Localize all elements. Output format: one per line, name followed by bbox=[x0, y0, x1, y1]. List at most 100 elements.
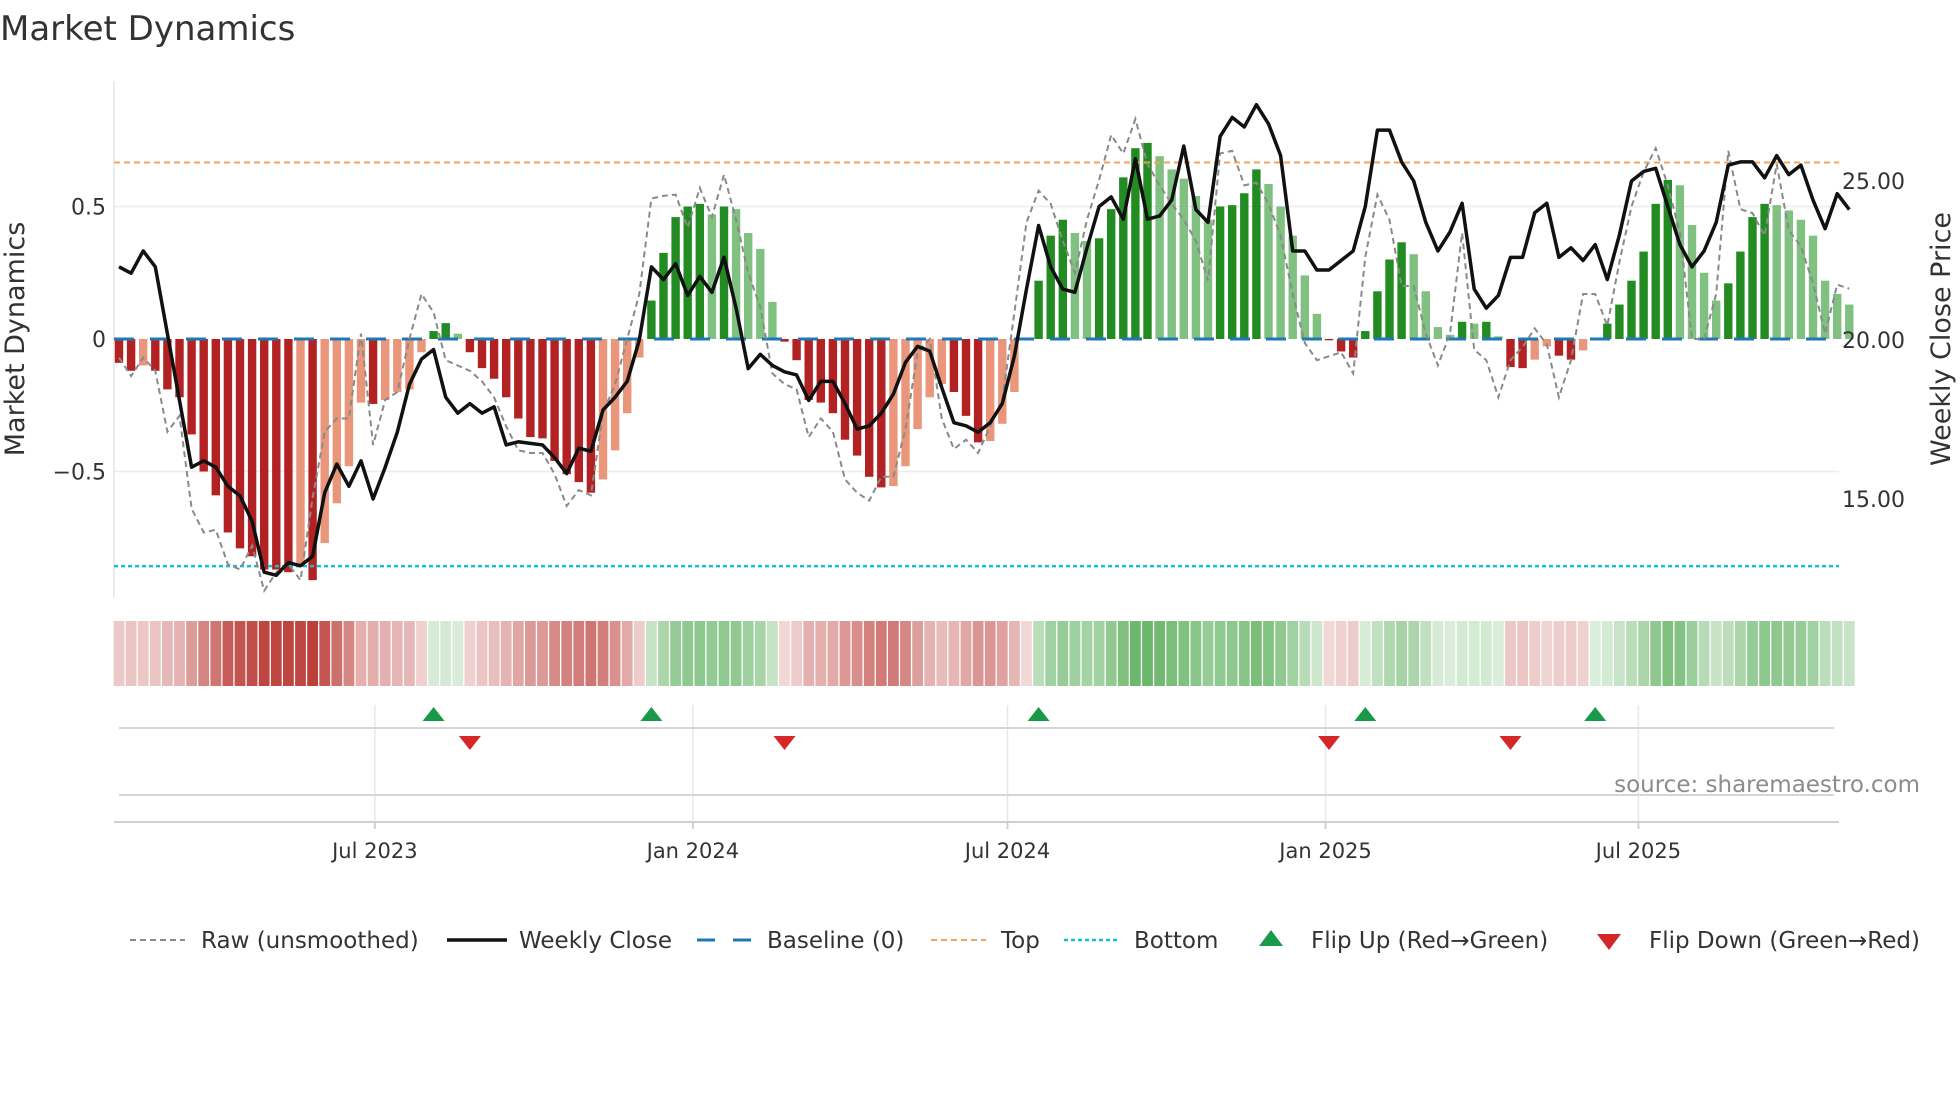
heat-strip-cell bbox=[1589, 621, 1601, 686]
dynamics-bar bbox=[840, 339, 850, 440]
legend: Raw (unsmoothed) Weekly Close Baseline (0)… bbox=[130, 928, 1920, 954]
heat-strip-cell bbox=[404, 621, 415, 686]
heat-strip-cell bbox=[1843, 621, 1855, 686]
dynamics-bar bbox=[1324, 339, 1334, 341]
heat-strip-cell bbox=[1117, 621, 1129, 686]
heat-strip-cell bbox=[1057, 621, 1069, 686]
heat-strip-cell bbox=[319, 621, 331, 686]
regime-heat-strip bbox=[113, 621, 1855, 686]
dynamics-bar bbox=[1058, 219, 1067, 339]
heat-strip-cell bbox=[827, 621, 839, 686]
dynamics-bar bbox=[1457, 321, 1467, 339]
heat-strip-cell bbox=[646, 621, 657, 686]
heat-strip-cell bbox=[1517, 621, 1528, 686]
heat-strip-cell bbox=[694, 621, 706, 686]
dynamics-bar bbox=[562, 339, 571, 475]
heat-strip-cell bbox=[476, 621, 488, 686]
heat-strip-cell bbox=[972, 621, 984, 686]
heat-strip-cell bbox=[1105, 621, 1117, 686]
dynamics-bar bbox=[429, 331, 438, 339]
dynamics-bar bbox=[973, 339, 983, 443]
gridlines bbox=[113, 81, 1839, 822]
heat-strip-cell bbox=[1033, 621, 1044, 686]
heat-strip-cell bbox=[1081, 621, 1093, 686]
flip-down-marker bbox=[1499, 736, 1522, 750]
heat-strip-cell bbox=[1166, 621, 1178, 686]
dynamics-bar bbox=[1639, 251, 1648, 339]
dynamics-bar bbox=[768, 301, 777, 339]
dynamics-bar bbox=[139, 339, 148, 366]
dynamics-bar bbox=[659, 252, 668, 339]
heat-strip-cell bbox=[597, 621, 609, 686]
heat-strip-cell bbox=[464, 621, 476, 686]
legend-label: Baseline (0) bbox=[767, 928, 904, 954]
chart-title: Market Dynamics bbox=[0, 9, 295, 49]
dynamics-bar bbox=[272, 339, 281, 570]
heat-strip-cell bbox=[924, 621, 936, 686]
dynamics-bar bbox=[1361, 331, 1370, 339]
dynamics-bar bbox=[1651, 203, 1660, 339]
dynamics-bar bbox=[126, 339, 136, 371]
heat-strip-cell bbox=[1432, 621, 1444, 686]
heat-strip-cell bbox=[670, 621, 681, 686]
heat-strip-cell bbox=[343, 621, 355, 686]
heat-strip-cell bbox=[718, 621, 730, 686]
heat-strip-cell bbox=[379, 621, 391, 686]
dynamics-bar bbox=[1264, 183, 1273, 339]
dynamics-bar bbox=[1724, 283, 1733, 339]
left-tick-label: −0.5 bbox=[53, 461, 106, 486]
heat-strip-cell bbox=[621, 621, 633, 686]
heat-strip-cell bbox=[222, 621, 234, 686]
heat-strip-cell bbox=[500, 621, 512, 686]
flip-up-marker bbox=[422, 707, 445, 721]
heat-strip-cell bbox=[1698, 621, 1710, 686]
heat-strip-cell bbox=[1674, 621, 1686, 686]
dynamics-bar bbox=[707, 214, 717, 339]
heat-strip-cell bbox=[1553, 621, 1565, 686]
x-tick-label: Jul 2024 bbox=[963, 839, 1050, 863]
dynamics-bar bbox=[151, 339, 160, 371]
dynamics-bar bbox=[1191, 195, 1201, 339]
dynamics-bar bbox=[1336, 339, 1346, 352]
dynamics-bar bbox=[865, 339, 874, 477]
heat-strip-cell bbox=[1759, 621, 1770, 686]
heat-strip-cell bbox=[1662, 621, 1674, 686]
heat-strip-cell bbox=[1069, 621, 1081, 686]
heat-strip-cell bbox=[234, 621, 246, 686]
dynamics-bars bbox=[114, 142, 1854, 581]
dynamics-bar bbox=[1760, 203, 1769, 339]
legend-label: Flip Up (Red→Green) bbox=[1311, 928, 1548, 954]
dynamics-bar bbox=[1615, 304, 1624, 339]
heat-strip-cell bbox=[1650, 621, 1662, 686]
heat-strip-cell bbox=[1505, 621, 1516, 686]
heat-strip-cell bbox=[851, 621, 863, 686]
dynamics-bar bbox=[356, 339, 366, 403]
heat-strip-cell bbox=[1226, 621, 1238, 686]
heat-strip-cell bbox=[1093, 621, 1105, 686]
heat-strip-cell bbox=[561, 621, 573, 686]
heat-strip-cell bbox=[1311, 621, 1323, 686]
heat-strip-cell bbox=[1323, 621, 1335, 686]
heat-strip-cell bbox=[1420, 621, 1432, 686]
legend-label: Weekly Close bbox=[519, 928, 672, 954]
heat-strip-cell bbox=[137, 621, 149, 686]
dynamics-bar bbox=[828, 339, 838, 414]
heat-strip-cell bbox=[1238, 621, 1250, 686]
dynamics-bar bbox=[465, 339, 475, 353]
x-tick-label: Jan 2025 bbox=[1277, 839, 1372, 863]
dynamics-bar bbox=[235, 339, 245, 549]
x-tick-label: Jul 2023 bbox=[330, 839, 417, 863]
heat-strip-cell bbox=[525, 621, 536, 686]
dynamics-bar bbox=[1094, 238, 1104, 339]
heat-strip-cell bbox=[730, 621, 742, 686]
heat-strip-cell bbox=[1577, 621, 1589, 686]
heat-strip-cell bbox=[1178, 621, 1190, 686]
heat-strip-cell bbox=[488, 621, 500, 686]
dynamics-bar bbox=[1397, 242, 1406, 339]
legend-label: Top bbox=[1000, 928, 1040, 954]
heat-strip-cell bbox=[1202, 621, 1214, 686]
heat-strip-cell bbox=[1045, 621, 1057, 686]
dynamics-bar bbox=[502, 339, 511, 398]
heat-strip-cell bbox=[1444, 621, 1456, 686]
heat-strip-cell bbox=[174, 621, 185, 686]
